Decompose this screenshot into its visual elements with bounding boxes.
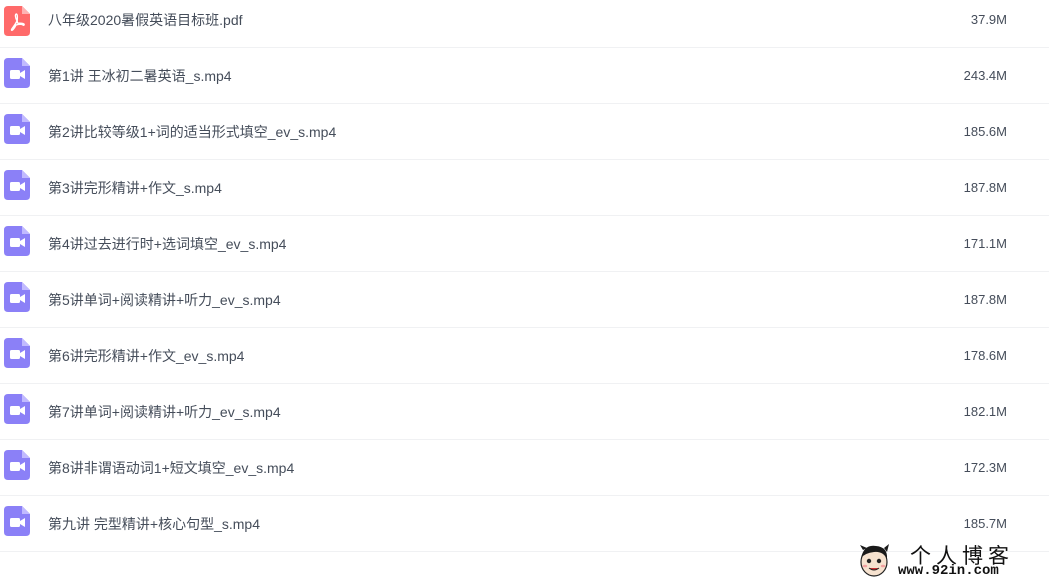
file-name[interactable]: 第7讲单词+阅读精讲+听力_ev_s.mp4 bbox=[48, 384, 281, 440]
watermark: 个人博客 www.92in.com bbox=[848, 540, 1044, 580]
video-icon bbox=[4, 170, 30, 200]
file-name[interactable]: 第2讲比较等级1+词的适当形式填空_ev_s.mp4 bbox=[48, 104, 336, 160]
file-size: 187.8M bbox=[963, 292, 1007, 307]
video-icon bbox=[4, 394, 30, 424]
video-icon bbox=[4, 282, 30, 312]
file-size: 172.3M bbox=[963, 460, 1007, 475]
file-row[interactable]: 第3讲完形精讲+作文_s.mp4 187.8M bbox=[0, 160, 1049, 216]
cartoon-face-icon bbox=[856, 542, 892, 578]
file-size: 178.6M bbox=[963, 348, 1007, 363]
file-name[interactable]: 八年级2020暑假英语目标班.pdf bbox=[48, 0, 243, 40]
file-row[interactable]: 第2讲比较等级1+词的适当形式填空_ev_s.mp4 185.6M bbox=[0, 104, 1049, 160]
file-name[interactable]: 第8讲非谓语动词1+短文填空_ev_s.mp4 bbox=[48, 440, 294, 496]
file-size: 243.4M bbox=[963, 68, 1007, 83]
file-size: 187.8M bbox=[963, 180, 1007, 195]
video-icon bbox=[4, 450, 30, 480]
file-row[interactable]: 第7讲单词+阅读精讲+听力_ev_s.mp4 182.1M bbox=[0, 384, 1049, 440]
video-icon bbox=[4, 506, 30, 536]
file-row[interactable]: 第4讲过去进行时+选词填空_ev_s.mp4 171.1M bbox=[0, 216, 1049, 272]
file-size: 171.1M bbox=[963, 236, 1007, 251]
file-name[interactable]: 第3讲完形精讲+作文_s.mp4 bbox=[48, 160, 222, 216]
file-size: 37.9M bbox=[970, 12, 1007, 27]
pdf-icon bbox=[4, 6, 30, 36]
file-row[interactable]: 八年级2020暑假英语目标班.pdf 37.9M bbox=[0, 0, 1049, 48]
file-row[interactable]: 第5讲单词+阅读精讲+听力_ev_s.mp4 187.8M bbox=[0, 272, 1049, 328]
file-row[interactable]: 第1讲 王冰初二暑英语_s.mp4 243.4M bbox=[0, 48, 1049, 104]
file-list: 八年级2020暑假英语目标班.pdf 37.9M 第1讲 王冰初二暑英语_s.m… bbox=[0, 0, 1049, 552]
video-icon bbox=[4, 338, 30, 368]
file-row[interactable]: 第6讲完形精讲+作文_ev_s.mp4 178.6M bbox=[0, 328, 1049, 384]
file-name[interactable]: 第九讲 完型精讲+核心句型_s.mp4 bbox=[48, 496, 260, 552]
file-row[interactable]: 第8讲非谓语动词1+短文填空_ev_s.mp4 172.3M bbox=[0, 440, 1049, 496]
watermark-url: www.92in.com bbox=[898, 563, 999, 579]
file-size: 182.1M bbox=[963, 404, 1007, 419]
file-name[interactable]: 第5讲单词+阅读精讲+听力_ev_s.mp4 bbox=[48, 272, 281, 328]
file-name[interactable]: 第6讲完形精讲+作文_ev_s.mp4 bbox=[48, 328, 244, 384]
file-name[interactable]: 第1讲 王冰初二暑英语_s.mp4 bbox=[48, 48, 232, 104]
video-icon bbox=[4, 226, 30, 256]
file-name[interactable]: 第4讲过去进行时+选词填空_ev_s.mp4 bbox=[48, 216, 286, 272]
file-size: 185.6M bbox=[963, 124, 1007, 139]
video-icon bbox=[4, 114, 30, 144]
video-icon bbox=[4, 58, 30, 88]
